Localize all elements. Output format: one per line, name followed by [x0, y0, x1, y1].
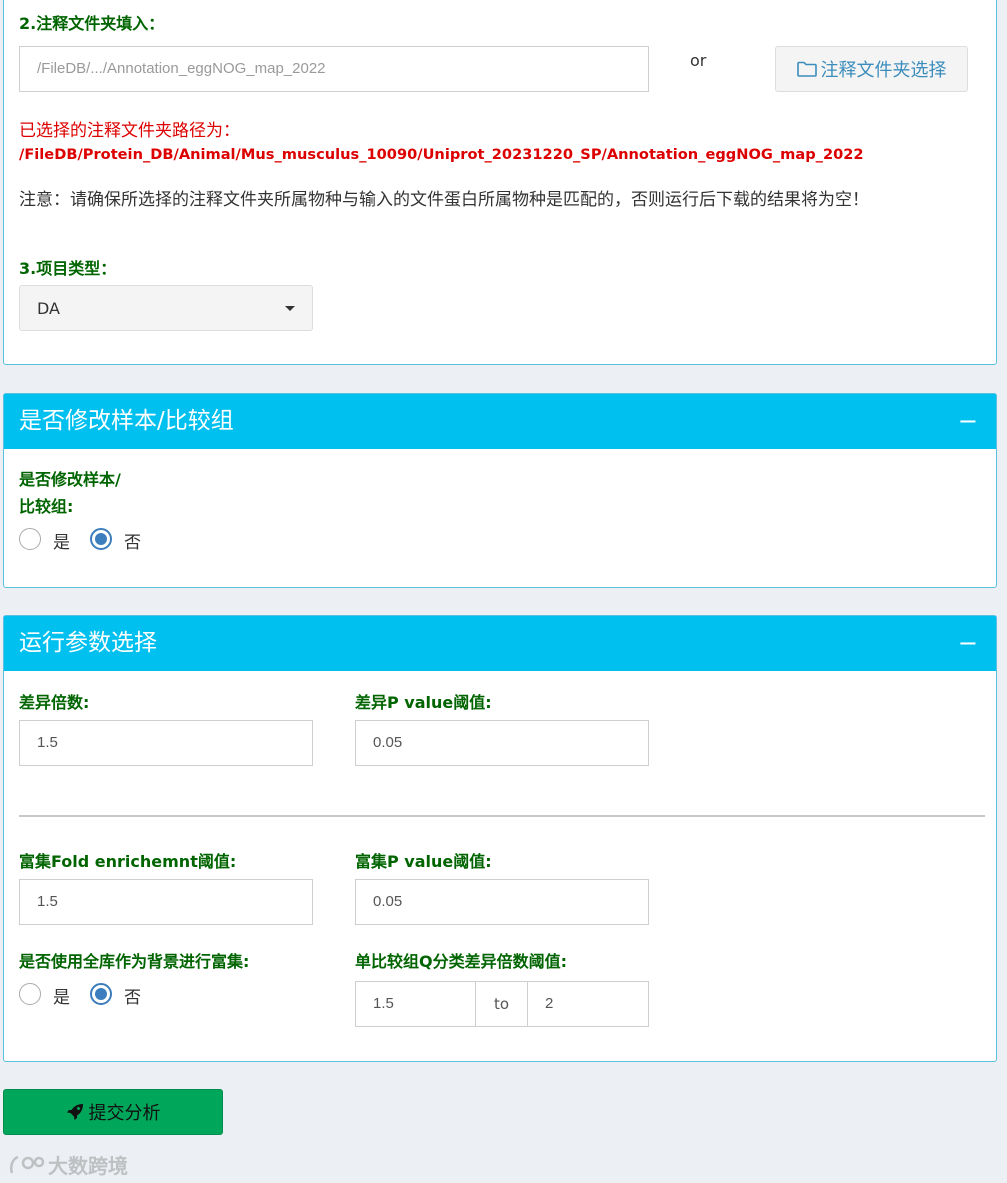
modify-radio-yes[interactable] [19, 528, 41, 550]
run-params-header: 运行参数选择 − [4, 616, 996, 671]
diff-fold-input[interactable]: 1.5 [19, 720, 313, 766]
modify-radio-yes-label: 是 [53, 533, 70, 553]
settings-box: 2.注释文件夹填入： /FileDB/.../Annotation_eggNOG… [3, 0, 997, 365]
background-radio-no[interactable] [90, 983, 112, 1005]
or-text: or [690, 51, 707, 70]
modify-radio-no-label: 否 [124, 533, 141, 553]
run-params-box: 运行参数选择 − 差异倍数: 1.5 差异P value阈值: 0.05 富集F… [3, 615, 997, 1062]
modify-radio-no[interactable] [90, 528, 112, 550]
project-type-value: DA [37, 299, 60, 318]
choose-annotation-folder-button[interactable]: 注释文件夹选择 [775, 46, 968, 92]
project-type-select[interactable]: DA [19, 285, 313, 331]
background-label: 是否使用全库作为背景进行富集: [19, 952, 250, 971]
submit-analysis-button[interactable]: 提交分析 [3, 1089, 223, 1135]
run-params-title: 运行参数选择 [19, 630, 157, 656]
annotation-notice: 注意：请确保所选择的注释文件夹所属物种与输入的文件蛋白所属物种是匹配的，否则运行… [19, 190, 869, 210]
background-radio-yes[interactable] [19, 983, 41, 1005]
modify-samples-header: 是否修改样本/比较组 − [4, 394, 996, 449]
q-to-text: to [493, 995, 510, 1013]
modify-samples-box: 是否修改样本/比较组 − 是否修改样本/ 比较组: 是 否 [3, 393, 997, 588]
folder-icon [796, 61, 817, 77]
modify-question-line1: 是否修改样本/ [19, 470, 121, 489]
watermark-text: 大数跨境 [48, 1154, 128, 1178]
divider [19, 815, 985, 817]
submit-analysis-label: 提交分析 [88, 1103, 161, 1124]
q-to-addon: to [475, 981, 528, 1027]
diff-fold-label: 差异倍数: [19, 693, 90, 712]
rocket-icon [66, 1104, 83, 1120]
background-radio-no-label: 否 [124, 988, 141, 1008]
modify-samples-title: 是否修改样本/比较组 [19, 408, 234, 434]
enrich-fold-input[interactable]: 1.5 [19, 879, 313, 925]
q-class-label: 单比较组Q分类差异倍数阈值: [355, 952, 568, 971]
enrich-p-input[interactable]: 0.05 [355, 879, 649, 925]
collapse-button[interactable]: − [958, 616, 978, 671]
annotation-section-label: 2.注释文件夹填入： [19, 14, 165, 33]
enrich-p-label: 富集P value阈值: [355, 852, 492, 871]
q-from-input[interactable]: 1.5 [355, 981, 476, 1027]
annotation-path-input[interactable]: /FileDB/.../Annotation_eggNOG_map_2022 [19, 46, 649, 92]
choose-annotation-folder-label: 注释文件夹选择 [820, 60, 947, 81]
diff-p-label: 差异P value阈值: [355, 693, 492, 712]
diff-p-input[interactable]: 0.05 [355, 720, 649, 766]
background-radio-yes-label: 是 [53, 988, 70, 1008]
watermark-logo-icon [10, 1155, 45, 1173]
project-type-label: 3.项目类型： [19, 259, 117, 278]
selected-path-value: /FileDB/Protein_DB/Animal/Mus_musculus_1… [19, 146, 864, 163]
q-to-input[interactable]: 2 [527, 981, 649, 1027]
watermark: 大数跨境 [8, 1150, 128, 1179]
enrich-fold-label: 富集Fold enrichemnt阈值: [19, 852, 237, 871]
selected-path-caption: 已选择的注释文件夹路径为： [19, 121, 240, 141]
caret-down-icon [285, 306, 295, 311]
modify-question-line2: 比较组: [19, 497, 74, 516]
collapse-button[interactable]: − [958, 394, 978, 449]
